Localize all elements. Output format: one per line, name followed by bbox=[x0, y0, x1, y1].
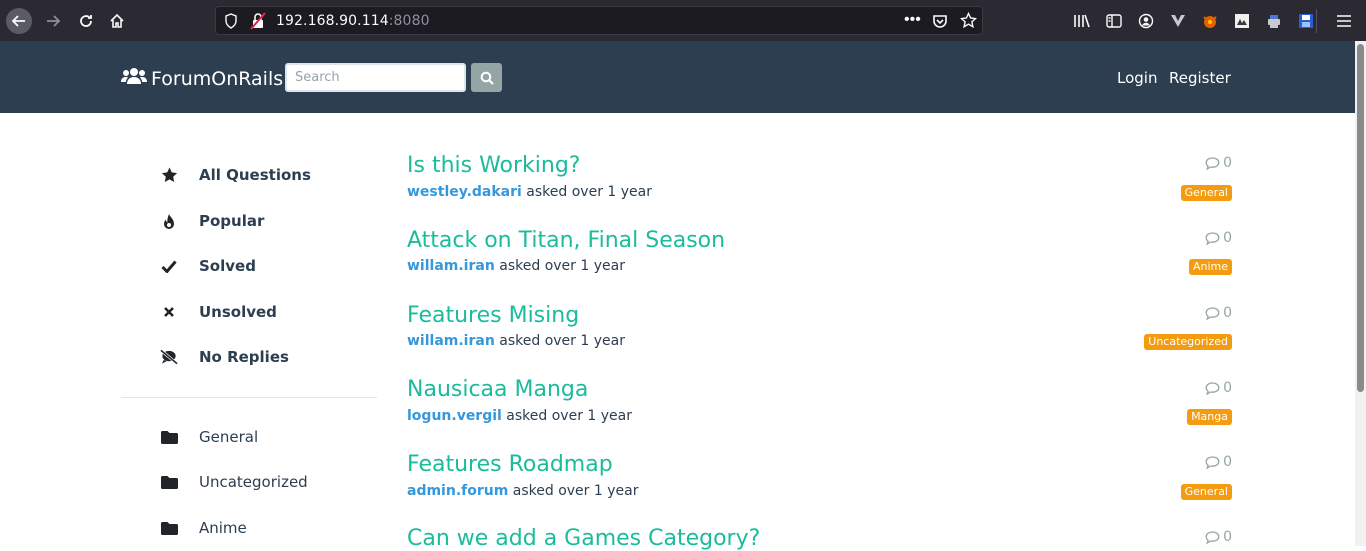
folder-icon bbox=[160, 473, 178, 491]
question-title-link[interactable]: Features Mising bbox=[407, 303, 579, 328]
insecure-lock-icon[interactable] bbox=[250, 12, 266, 35]
reply-count: 0 bbox=[1205, 230, 1232, 246]
reply-count: 0 bbox=[1205, 305, 1232, 321]
browser-toolbar: 192.168.90.114:8080 ••• bbox=[0, 0, 1366, 41]
sidebar-item-solved[interactable]: Solved bbox=[160, 254, 400, 278]
question-title-link[interactable]: Features Roadmap bbox=[407, 452, 613, 477]
star-icon bbox=[160, 166, 178, 184]
reply-count: 0 bbox=[1205, 529, 1232, 545]
folder-icon bbox=[160, 519, 178, 537]
bookmark-star-icon[interactable] bbox=[959, 11, 978, 34]
comment-icon bbox=[1205, 156, 1220, 170]
question-meta: westley.dakari asked over 1 year bbox=[407, 184, 652, 200]
forward-button[interactable] bbox=[40, 8, 66, 34]
folder-icon bbox=[160, 428, 178, 446]
question-author-link[interactable]: willam.iran bbox=[407, 333, 495, 349]
back-button[interactable] bbox=[6, 8, 32, 34]
reply-count: 0 bbox=[1205, 454, 1232, 470]
question-title-link[interactable]: Is this Working? bbox=[407, 153, 581, 178]
sidebar-item-no-replies[interactable]: No Replies bbox=[160, 345, 400, 369]
sidebar-category-uncategorized[interactable]: Uncategorized bbox=[160, 470, 400, 494]
question-author-link[interactable]: westley.dakari bbox=[407, 184, 522, 200]
reply-count: 0 bbox=[1205, 155, 1232, 171]
search-icon bbox=[480, 71, 494, 85]
search-button[interactable] bbox=[471, 63, 502, 92]
category-badge[interactable]: Uncategorized bbox=[1144, 334, 1232, 350]
save-extension-icon[interactable] bbox=[1296, 11, 1316, 31]
search-input[interactable] bbox=[285, 63, 466, 92]
library-icon[interactable] bbox=[1072, 11, 1092, 31]
account-icon[interactable] bbox=[1136, 11, 1156, 31]
arrow-left-icon bbox=[11, 15, 25, 27]
times-icon bbox=[160, 303, 178, 321]
arrow-right-icon bbox=[47, 15, 61, 27]
home-button[interactable] bbox=[104, 8, 130, 34]
comment-icon bbox=[1205, 530, 1220, 544]
more-actions-icon[interactable]: ••• bbox=[904, 11, 921, 29]
category-badge[interactable]: General bbox=[1180, 185, 1232, 201]
category-badge[interactable]: Anime bbox=[1188, 259, 1232, 275]
brand-link[interactable]: ForumOnRails bbox=[121, 67, 283, 90]
question-author-link[interactable]: logun.vergil bbox=[407, 408, 502, 424]
login-link[interactable]: Login bbox=[1117, 69, 1157, 87]
site-navbar: ForumOnRails Login Register bbox=[0, 41, 1366, 113]
comment-icon bbox=[1205, 231, 1220, 245]
register-link[interactable]: Register bbox=[1169, 69, 1231, 87]
question-meta: willam.iran asked over 1 year bbox=[407, 258, 625, 274]
question-meta: logun.vergil asked over 1 year bbox=[407, 408, 632, 424]
shield-icon[interactable] bbox=[224, 13, 238, 34]
question-title-link[interactable]: Attack on Titan, Final Season bbox=[407, 228, 725, 253]
comment-icon bbox=[1205, 381, 1220, 395]
url-text[interactable]: 192.168.90.114:8080 bbox=[276, 13, 430, 29]
sidebar-category-anime[interactable]: Anime bbox=[160, 516, 400, 540]
comment-icon bbox=[1205, 455, 1220, 469]
category-badge[interactable]: Manga bbox=[1187, 409, 1232, 425]
home-icon bbox=[110, 13, 124, 28]
users-icon bbox=[121, 67, 147, 90]
sidebar-divider bbox=[121, 397, 377, 398]
hamburger-menu-icon[interactable] bbox=[1334, 11, 1354, 31]
question-author-link[interactable]: admin.forum bbox=[407, 483, 508, 499]
sidebar-item-unsolved[interactable]: Unsolved bbox=[160, 300, 400, 324]
sidebar-item-all-questions[interactable]: All Questions bbox=[160, 163, 400, 187]
question-meta: willam.iran asked over 1 year bbox=[407, 333, 625, 349]
check-icon bbox=[160, 257, 178, 275]
sidebar-item-popular[interactable]: Popular bbox=[160, 209, 400, 233]
category-badge[interactable]: General bbox=[1180, 484, 1232, 500]
question-title-link[interactable]: Can we add a Games Category? bbox=[407, 526, 760, 551]
sidebar-toggle-icon[interactable] bbox=[1104, 11, 1124, 31]
toolbar-separator bbox=[1316, 9, 1317, 33]
reload-button[interactable] bbox=[73, 8, 99, 34]
wappalyzer-extension-icon[interactable] bbox=[1232, 11, 1252, 31]
reload-icon bbox=[80, 15, 92, 27]
reply-count: 0 bbox=[1205, 380, 1232, 396]
fire-icon bbox=[160, 212, 178, 230]
question-meta: admin.forum asked over 1 year bbox=[407, 483, 639, 499]
question-title-link[interactable]: Nausicaa Manga bbox=[407, 377, 588, 402]
pocket-icon[interactable] bbox=[932, 13, 948, 34]
question-author-link[interactable]: willam.iran bbox=[407, 258, 495, 274]
page-scrollbar-thumb[interactable] bbox=[1357, 44, 1364, 392]
user-agent-extension-icon[interactable] bbox=[1264, 11, 1284, 31]
comment-icon bbox=[1205, 306, 1220, 320]
vpn-extension-icon[interactable] bbox=[1168, 11, 1188, 31]
foxyproxy-extension-icon[interactable] bbox=[1200, 11, 1220, 31]
sidebar-category-general[interactable]: General bbox=[160, 425, 400, 449]
comment-slash-icon bbox=[160, 348, 178, 366]
address-bar[interactable]: 192.168.90.114:8080 ••• bbox=[215, 6, 983, 35]
brand-name: ForumOnRails bbox=[151, 67, 284, 90]
